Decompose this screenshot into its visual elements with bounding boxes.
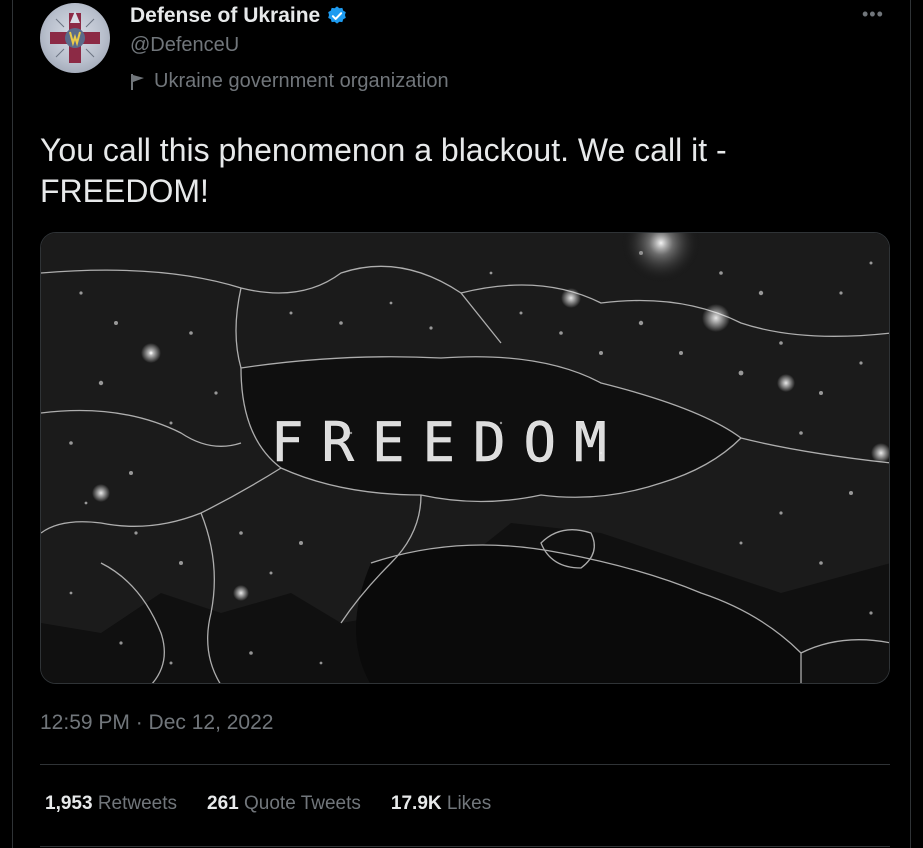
quote-tweets-count: 261	[207, 793, 239, 814]
tweet-image[interactable]: FREEDOM	[40, 232, 890, 684]
author-handle[interactable]: @DefenceU	[130, 34, 239, 57]
likes-stat[interactable]: 17.9K Likes	[391, 793, 491, 815]
org-label-text: Ukraine government organization	[154, 70, 449, 92]
retweets-count: 1,953	[45, 793, 93, 814]
tweet-timestamp[interactable]: 12:59 PM · Dec 12, 2022	[40, 711, 273, 735]
avatar[interactable]	[40, 3, 110, 73]
retweets-stat[interactable]: 1,953 Retweets	[45, 793, 177, 815]
author-name[interactable]: Defense of Ukraine	[130, 4, 320, 28]
tweet-stats: 1,953 Retweets 261 Quote Tweets 17.9K Li…	[45, 793, 521, 815]
likes-label: Likes	[446, 793, 492, 814]
likes-count: 17.9K	[390, 793, 442, 814]
tweet-text-line: FREEDOM!	[40, 173, 209, 209]
emblem-icon	[50, 11, 100, 63]
divider	[40, 764, 890, 765]
retweets-label: Retweets	[97, 793, 178, 814]
freedom-lights-text: FREEDOM	[271, 411, 625, 474]
org-label: Ukraine government organization	[130, 70, 449, 93]
verified-badge-icon	[328, 6, 347, 24]
tweet-text-line: You call this phenomenon a blackout. We …	[40, 132, 727, 168]
satellite-map-image: FREEDOM	[41, 233, 889, 683]
quote-tweets-stat[interactable]: 261 Quote Tweets	[207, 793, 361, 815]
more-options-icon[interactable]: •••	[862, 4, 884, 25]
flag-icon	[131, 73, 144, 90]
author-name-row[interactable]: Defense of Ukraine	[130, 4, 348, 28]
divider	[40, 846, 890, 847]
tweet-text: You call this phenomenon a blackout. We …	[40, 130, 880, 212]
quote-tweets-label: Quote Tweets	[244, 793, 361, 814]
